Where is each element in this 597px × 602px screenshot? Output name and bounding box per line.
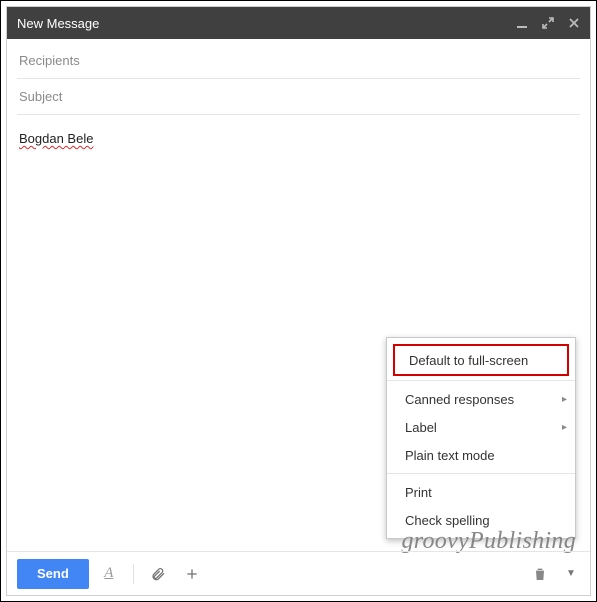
trash-icon[interactable] [526,559,554,589]
menu-item-label: Canned responses [405,392,514,407]
compose-inner: New Message [6,6,591,596]
recipients-input[interactable] [17,43,580,78]
chevron-right-icon: ▸ [562,422,567,433]
minimize-icon[interactable] [516,17,528,29]
send-button[interactable]: Send [17,559,89,589]
window-title: New Message [17,16,516,31]
fullscreen-icon[interactable] [542,17,554,29]
titlebar: New Message [7,7,590,39]
more-options-button[interactable]: ▼ [560,559,580,589]
insert-more-icon[interactable] [178,559,206,589]
formatting-icon[interactable]: A [95,559,123,589]
toolbar-divider [133,564,134,584]
compose-toolbar: Send A ▼ [7,551,590,595]
menu-separator [387,473,575,474]
menu-item-label: Default to full-screen [409,353,528,368]
menu-canned-responses[interactable]: Canned responses ▸ [387,385,575,413]
menu-check-spelling[interactable]: Check spelling [387,506,575,534]
menu-label[interactable]: Label ▸ [387,413,575,441]
menu-item-label: Print [405,485,432,500]
menu-default-fullscreen[interactable]: Default to full-screen [395,346,567,374]
subject-input[interactable] [17,79,580,114]
close-icon[interactable] [568,17,580,29]
menu-plain-text[interactable]: Plain text mode [387,441,575,469]
highlighted-option: Default to full-screen [393,344,569,376]
attach-icon[interactable] [144,559,172,589]
menu-item-label: Check spelling [405,513,490,528]
subject-row [17,79,580,115]
menu-print[interactable]: Print [387,478,575,506]
more-options-menu: Default to full-screen Canned responses … [386,337,576,539]
body-text: Bogdan Bele [19,131,93,146]
menu-separator [387,380,575,381]
compose-window: New Message [0,0,597,602]
chevron-right-icon: ▸ [562,394,567,405]
menu-item-label: Plain text mode [405,448,495,463]
menu-item-label: Label [405,420,437,435]
window-controls [516,17,580,29]
recipients-row [17,43,580,79]
chevron-down-icon: ▼ [564,568,576,579]
